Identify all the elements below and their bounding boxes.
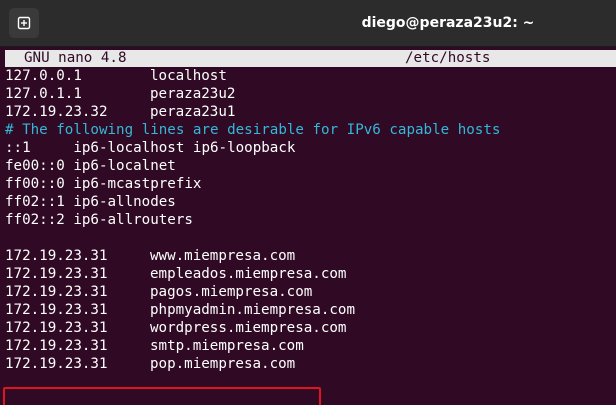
host-line: 172.19.23.31 www.miempresa.com <box>5 247 500 265</box>
host-name: phpmyadmin.miempresa.com <box>150 302 355 318</box>
comment-text: # The following lines are desirable for … <box>5 122 501 138</box>
host-name: peraza23u1 <box>150 104 236 120</box>
host-name: wordpress.miempresa.com <box>150 320 347 336</box>
comment-line: # The following lines are desirable for … <box>5 121 500 139</box>
host-ip: 127.0.0.1 <box>5 68 82 84</box>
host-name: empleados.miempresa.com <box>150 266 347 282</box>
host-name: smtp.miempresa.com <box>150 338 304 354</box>
host-ip: 172.19.23.31 <box>5 356 108 372</box>
host-name: peraza23u2 <box>150 86 236 102</box>
host-line: ff02::1 ip6-allnodes <box>5 193 500 211</box>
nano-filename: /etc/hosts <box>405 50 491 66</box>
host-line: 172.19.23.31 pagos.miempresa.com <box>5 283 500 301</box>
nano-version: GNU nano 4.8 <box>24 50 127 66</box>
host-name: localhost <box>150 68 227 84</box>
host-line: ff00::0 ip6-mcastprefix <box>5 175 500 193</box>
line-text: ff02::2 ip6-allrouters <box>5 212 193 228</box>
line-text: fe00::0 ip6-localnet <box>5 158 176 174</box>
file-content[interactable]: 127.0.0.1 localhost 127.0.1.1 peraza23u2 172… <box>5 67 500 373</box>
host-line: 172.19.23.31 pop.miempresa.com <box>5 355 500 373</box>
host-ip: 172.19.23.31 <box>5 302 108 318</box>
host-line: 172.19.23.32 peraza23u1 <box>5 103 500 121</box>
host-line: 127.0.0.1 localhost <box>5 67 500 85</box>
host-line: 127.0.1.1 peraza23u2 <box>5 85 500 103</box>
highlight-annotation <box>3 387 321 405</box>
line-text: ff00::0 ip6-mcastprefix <box>5 176 202 192</box>
host-name: pop.miempresa.com <box>150 356 296 372</box>
nano-header-bar: GNU nano 4.8 /etc/hosts <box>5 50 616 67</box>
title-bar: diego@peraza23u2: ~ <box>0 0 616 47</box>
host-ip: 172.19.23.31 <box>5 338 108 354</box>
host-line: fe00::0 ip6-localnet <box>5 157 500 175</box>
terminal-area[interactable]: GNU nano 4.8 /etc/hosts 127.0.0.1 localho… <box>0 47 616 405</box>
window-title: diego@peraza23u2: ~ <box>361 15 535 31</box>
host-ip: 172.19.23.31 <box>5 320 108 336</box>
host-ip: 172.19.23.32 <box>5 104 108 120</box>
host-line: 172.19.23.31 empleados.miempresa.com <box>5 265 500 283</box>
host-ip: 172.19.23.31 <box>5 248 108 264</box>
host-ip: 172.19.23.31 <box>5 266 108 282</box>
new-tab-plus-icon <box>17 16 31 30</box>
host-line: ff02::2 ip6-allrouters <box>5 211 500 229</box>
new-tab-button[interactable] <box>9 8 39 38</box>
host-line: 172.19.23.31 smtp.miempresa.com <box>5 337 500 355</box>
line-text: ff02::1 ip6-allnodes <box>5 194 176 210</box>
blank-line <box>5 229 500 247</box>
line-text: ::1 ip6-localhost ip6-loopback <box>5 140 296 156</box>
host-ip: 172.19.23.31 <box>5 284 108 300</box>
host-line: ::1 ip6-localhost ip6-loopback <box>5 139 500 157</box>
host-ip: 127.0.1.1 <box>5 86 82 102</box>
host-name: www.miempresa.com <box>150 248 296 264</box>
host-line: 172.19.23.31 phpmyadmin.miempresa.com <box>5 301 500 319</box>
host-line: 172.19.23.31 wordpress.miempresa.com <box>5 319 500 337</box>
terminal-window: diego@peraza23u2: ~ GNU nano 4.8 /etc/ho… <box>0 0 616 405</box>
host-name: pagos.miempresa.com <box>150 284 313 300</box>
